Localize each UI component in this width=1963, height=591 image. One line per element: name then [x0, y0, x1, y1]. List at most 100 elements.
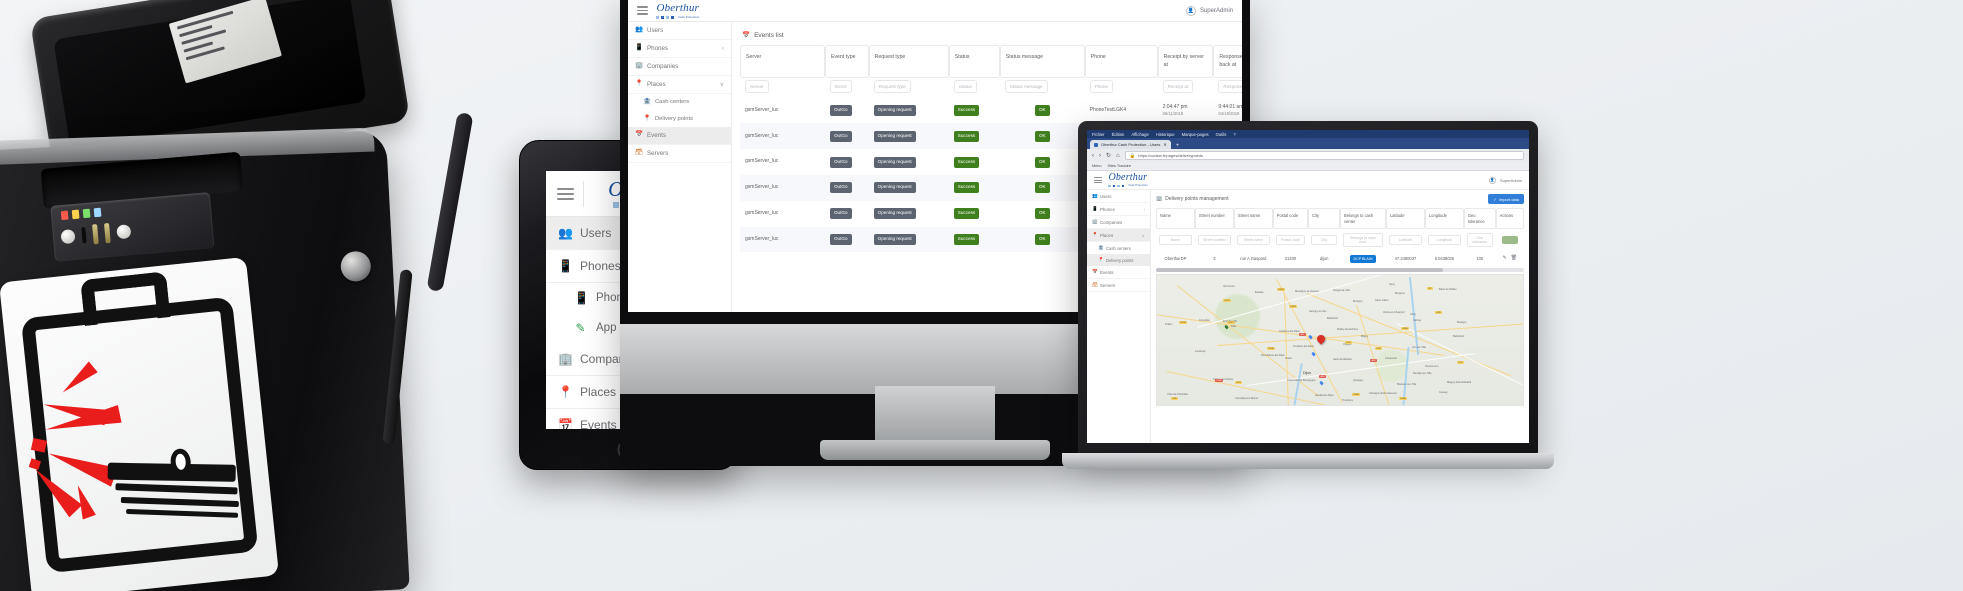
column-header-response-at[interactable]: Response sent back at [1213, 45, 1242, 79]
filter-request-type[interactable]: Request type [873, 80, 911, 94]
filter-city[interactable]: City [1311, 235, 1337, 246]
status-badge: Success [953, 182, 980, 194]
import-data-button[interactable]: ✓ Import data [1488, 194, 1524, 204]
menu-view[interactable]: Affichage [1131, 132, 1148, 137]
filter-street-number[interactable]: Street number [1197, 235, 1231, 246]
add-delivery-point-button[interactable] [1501, 235, 1518, 244]
map-road-shield: A39 [1319, 375, 1326, 379]
map-label: Corcelles [1199, 319, 1210, 323]
sidebar-item-events[interactable]: 📅 Events [1087, 266, 1150, 279]
chevron-left-icon[interactable]: ‹ [722, 46, 724, 52]
table-row[interactable]: OberthurDP 3 rue A Gaspard 21300 dijon D… [1156, 251, 1524, 265]
column-header-latitude[interactable]: Latitude [1385, 208, 1425, 230]
address-bar[interactable]: 🔒 https://ocdsrv.fr/pages/deliverypoints [1124, 151, 1524, 160]
sidebar-item-places[interactable]: 📍 Places ∨ [1087, 229, 1150, 242]
filter-phone[interactable]: Phone [1089, 80, 1114, 94]
hamburger-icon[interactable] [1094, 176, 1102, 185]
column-header-status[interactable]: Status [948, 45, 1000, 79]
sidebar-item-phones[interactable]: 📱 Phones ‹ [1087, 203, 1150, 216]
hamburger-icon[interactable] [557, 185, 574, 203]
map-label: Clénay [1413, 319, 1422, 323]
map-label: Bretigny [1353, 300, 1363, 304]
map-label: Talant [1285, 357, 1292, 361]
new-tab-button[interactable]: + [1173, 143, 1183, 149]
column-header-street-name[interactable]: Street name [1233, 208, 1273, 230]
hamburger-icon[interactable] [637, 4, 648, 17]
chevron-down-icon[interactable]: ∨ [1142, 233, 1145, 238]
chevron-left-icon[interactable]: ‹ [1144, 207, 1145, 212]
filter-status[interactable]: Status [953, 80, 977, 94]
filter-status-message[interactable]: Status message [1004, 80, 1048, 94]
column-header-phone[interactable]: Phone [1084, 45, 1158, 79]
sidebar-item-servers[interactable]: 🗃 Servers [1087, 279, 1150, 292]
bookmark-translate[interactable]: Sites Traduire [1108, 164, 1131, 168]
close-icon[interactable]: ✕ [1163, 142, 1166, 147]
trash-icon[interactable]: 🗑 [1511, 255, 1517, 261]
calendar-icon: 📅 [635, 131, 644, 139]
filter-cash-center[interactable]: Belongs to cash cent. [1342, 233, 1383, 248]
column-header-street-number[interactable]: Street number [1194, 208, 1234, 230]
column-header-geo-tolerance[interactable]: Geo tolerance [1463, 208, 1496, 230]
filter-street-name[interactable]: Street name [1236, 235, 1270, 246]
filter-receipt-at[interactable]: Receipt at [1162, 80, 1194, 94]
filter-event-type[interactable]: Event [829, 80, 852, 94]
menu-tools[interactable]: Outils [1216, 132, 1227, 137]
column-header-event-type[interactable]: Event type [824, 45, 869, 79]
sidebar-item-companies[interactable]: 🏢 Companies [628, 58, 731, 76]
menu-help[interactable]: ? [1233, 132, 1235, 137]
filter-geo-tolerance[interactable]: Geo tolerance [1466, 233, 1493, 248]
sidebar-item-places[interactable]: 📍 Places ∨ [628, 76, 731, 94]
filter-response-at[interactable]: Response [1218, 80, 1242, 94]
status-message-badge: OK [1034, 105, 1050, 116]
sidebar-item-events[interactable]: 📅 Events [628, 127, 731, 145]
sidebar-item-users[interactable]: 👥 Users [1087, 190, 1150, 203]
reload-icon[interactable]: ↻ [1106, 152, 1111, 159]
column-header-server[interactable]: Server [740, 45, 825, 79]
pencil-icon[interactable]: ✎ [1503, 255, 1507, 261]
sidebar-item-cash-centers[interactable]: 🏦 Cash centers [1087, 242, 1150, 254]
column-header-status-message[interactable]: Status message [999, 45, 1085, 79]
sidebar-item-delivery-points[interactable]: 📍 Delivery points [628, 111, 731, 128]
column-header-cash-center[interactable]: Belongs to cash center [1339, 208, 1386, 230]
bookmark-menu[interactable]: Menu [1092, 164, 1102, 168]
red-location-pin[interactable] [1315, 333, 1327, 346]
filter-postal-code[interactable]: Postal code [1275, 235, 1306, 246]
table-row[interactable]: gsmServer_luc OutGo Opening request Succ… [740, 98, 1242, 124]
sidebar-item-label: Events [647, 132, 666, 139]
menu-edit[interactable]: Édition [1112, 132, 1125, 137]
filter-latitude[interactable]: Latitude [1388, 235, 1422, 246]
sidebar-item-companies[interactable]: 🏢 Companies [1087, 216, 1150, 229]
user-menu[interactable]: 👤 SuperAdmin [1185, 5, 1233, 16]
map-label: Bretigny [1457, 321, 1467, 325]
place-pin-icon: 📍 [1092, 231, 1098, 237]
column-header-postal-code[interactable]: Postal code [1272, 208, 1309, 230]
sidebar-item-delivery-points[interactable]: 📍 Delivery points [1087, 254, 1150, 266]
table-horizontal-scrollbar[interactable] [1156, 268, 1524, 273]
column-header-receipt-at[interactable]: Receipt by server at [1157, 45, 1214, 79]
menu-bookmarks[interactable]: Marque-pages [1182, 132, 1209, 137]
map-label: Etaules [1255, 291, 1264, 295]
column-header-request-type[interactable]: Request type [868, 45, 949, 79]
map-label: Université de Bourgogne [1287, 379, 1316, 383]
user-menu[interactable]: 👤 SuperAdmin [1488, 176, 1522, 184]
forward-icon[interactable]: › [1099, 153, 1101, 159]
sidebar-item-servers[interactable]: 🗃 Servers [628, 145, 731, 163]
table-header-row: Server Event type Request type Status St… [740, 45, 1242, 79]
sidebar-item-phones[interactable]: 📱 Phones ‹ [628, 40, 731, 58]
delivery-points-map[interactable]: Val Suzon Etaules Messigny-et-Vantoux No… [1156, 274, 1524, 407]
back-icon[interactable]: ‹ [1092, 153, 1094, 159]
filter-longitude[interactable]: Longitude [1427, 235, 1461, 246]
home-icon[interactable]: ⌂ [1116, 153, 1120, 159]
column-header-city[interactable]: City [1308, 208, 1340, 230]
menu-history[interactable]: Historique [1156, 132, 1175, 137]
browser-tab[interactable]: Oberthur Cash Protection - Users ✕ [1090, 140, 1171, 149]
column-header-name[interactable]: Name [1156, 208, 1195, 230]
sidebar-item-cash-centers[interactable]: 🏦 Cash centers [628, 94, 731, 111]
filter-server[interactable]: Server [745, 80, 769, 94]
sidebar-item-users[interactable]: 👥 Users [628, 22, 731, 40]
chevron-down-icon[interactable]: ∨ [720, 81, 724, 88]
filter-name[interactable]: Name [1159, 235, 1192, 246]
column-header-longitude[interactable]: Longitude [1424, 208, 1464, 230]
menu-file[interactable]: Fichier [1092, 132, 1105, 137]
status-message-badge: OK [1034, 156, 1050, 168]
